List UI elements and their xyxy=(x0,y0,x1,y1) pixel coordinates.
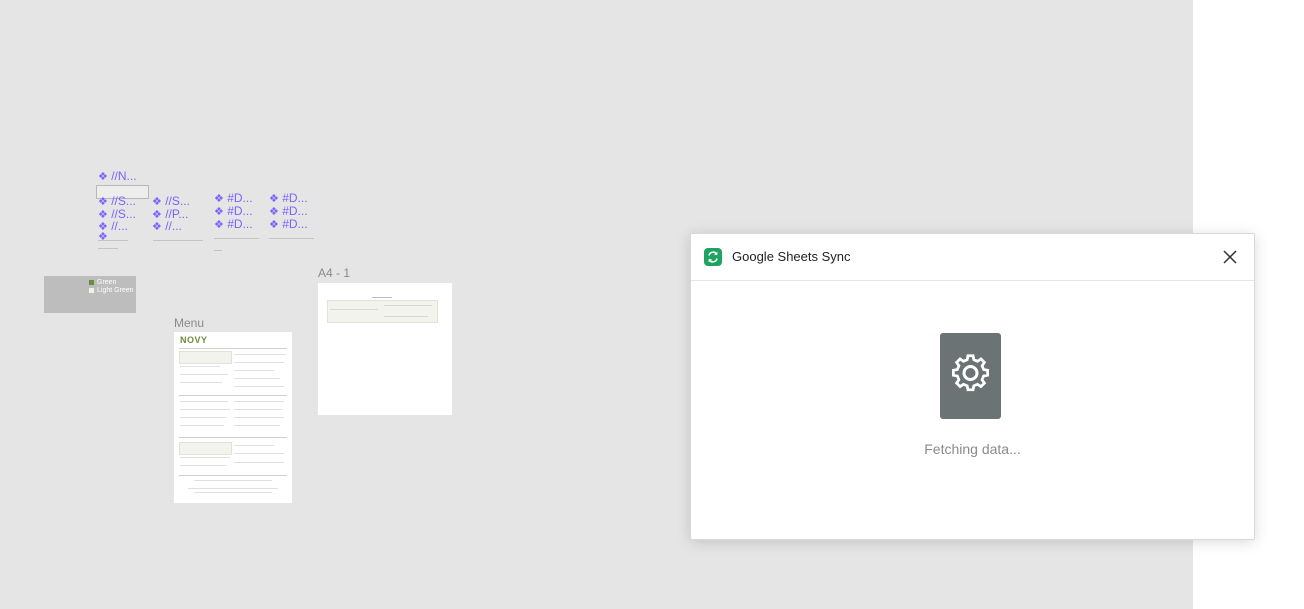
menu-highlight-block xyxy=(179,442,232,455)
component-icon: ❖ xyxy=(214,193,224,205)
text-line xyxy=(384,316,428,317)
dialog-header: Google Sheets Sync xyxy=(691,234,1254,281)
text-line xyxy=(234,453,284,454)
gear-icon xyxy=(940,333,1001,419)
text-line xyxy=(234,409,282,410)
text-line xyxy=(234,354,286,355)
frame-a4[interactable] xyxy=(318,283,452,415)
text-line xyxy=(180,401,228,402)
component-instance[interactable]: ❖ //N... xyxy=(98,170,137,184)
divider xyxy=(179,395,287,396)
swatch-green xyxy=(89,280,94,285)
text-line xyxy=(234,401,284,402)
text-line xyxy=(194,492,272,493)
text-line xyxy=(234,417,284,418)
text-line xyxy=(180,465,226,466)
caption-line xyxy=(214,238,259,239)
text-line xyxy=(234,386,284,387)
text-line xyxy=(234,425,280,426)
divider xyxy=(179,475,287,476)
text-line xyxy=(194,480,272,481)
menu-logo: NOVY xyxy=(180,335,208,345)
component-icon: ❖ xyxy=(269,193,279,205)
divider xyxy=(179,437,287,438)
component-icon: ❖ xyxy=(152,221,162,233)
component-icon: ❖ xyxy=(269,219,279,231)
divider xyxy=(179,348,287,349)
frame-label-a4[interactable]: A4 - 1 xyxy=(318,266,350,280)
text-line xyxy=(384,305,432,306)
text-line xyxy=(372,297,392,298)
caption-line xyxy=(214,250,222,251)
text-line xyxy=(234,362,284,363)
text-line xyxy=(234,445,274,446)
text-line xyxy=(180,425,224,426)
caption-line xyxy=(98,240,128,241)
component-instance[interactable]: ❖ #D... xyxy=(269,218,308,232)
caption-line xyxy=(269,238,314,239)
component-instance[interactable]: ❖ xyxy=(98,230,108,244)
a4-content-block xyxy=(327,300,438,323)
caption-line xyxy=(153,240,203,241)
text-line xyxy=(180,382,222,383)
component-icon: ❖ xyxy=(214,219,224,231)
frame-menu[interactable]: NOVY xyxy=(174,332,292,503)
text-line xyxy=(234,462,284,463)
text-line xyxy=(180,457,230,458)
plugin-dialog: Google Sheets Sync Fetching data... xyxy=(690,233,1255,540)
component-icon: ❖ xyxy=(269,206,279,218)
component-instance[interactable]: ❖ #D... xyxy=(214,218,253,232)
text-line xyxy=(234,370,274,371)
swatch-row: Light Green xyxy=(89,287,134,294)
component-instance[interactable]: ❖ //... xyxy=(152,220,182,234)
swatch-light-green xyxy=(89,288,94,293)
component-icon: ❖ xyxy=(214,206,224,218)
sync-icon xyxy=(704,248,722,266)
component-icon: ❖ xyxy=(152,196,162,208)
close-icon[interactable] xyxy=(1220,247,1240,267)
text-line xyxy=(180,374,228,375)
menu-highlight-block xyxy=(179,351,232,364)
text-line xyxy=(330,309,378,310)
component-icon: ❖ xyxy=(98,171,108,183)
dialog-title: Google Sheets Sync xyxy=(732,249,851,264)
swatch-row: Green xyxy=(89,279,116,286)
caption-line xyxy=(98,248,118,249)
text-line xyxy=(234,378,280,379)
frame-label-menu[interactable]: Menu xyxy=(174,316,204,330)
text-line xyxy=(180,366,220,367)
color-styles-card[interactable]: Green Light Green xyxy=(44,276,136,313)
status-text: Fetching data... xyxy=(924,441,1021,457)
text-line xyxy=(188,488,278,489)
component-icon: ❖ xyxy=(98,231,108,243)
text-line xyxy=(180,417,226,418)
component-icon: ❖ xyxy=(98,196,108,208)
text-line xyxy=(180,409,230,410)
